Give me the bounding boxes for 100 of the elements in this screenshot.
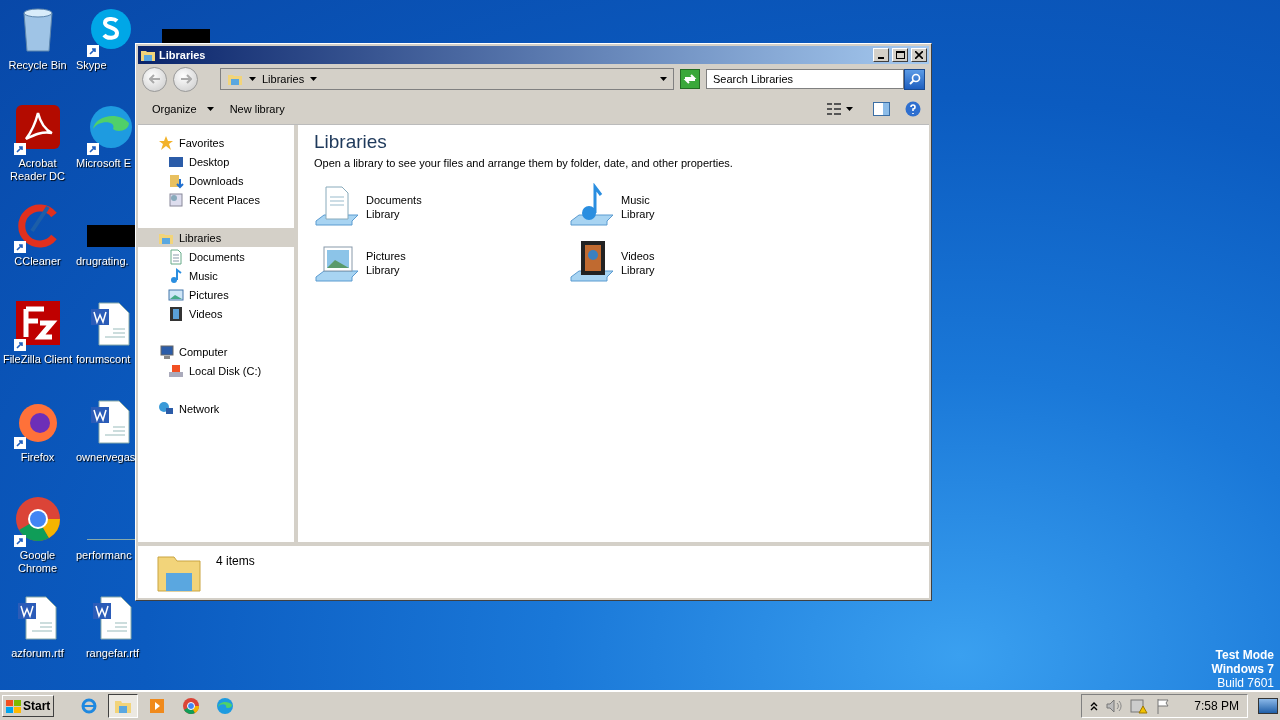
desktop-icon-label[interactable]: Microsoft E: [75, 157, 131, 170]
nav-item[interactable]: Downloads: [138, 171, 294, 190]
maximize-icon: [895, 51, 905, 59]
desktop-icon-label[interactable]: Acrobat Reader DC: [0, 157, 75, 183]
library-item[interactable]: Videos Library: [621, 249, 655, 277]
minimize-icon: [878, 57, 884, 59]
nav-label[interactable]: Network: [179, 402, 220, 415]
close-icon: [915, 51, 923, 59]
desktop-icon-label[interactable]: Skype: [75, 59, 107, 72]
desktop-icon-label[interactable]: forumscont: [75, 353, 131, 366]
library-item[interactable]: Music Library: [621, 193, 655, 221]
show-desktop-button[interactable]: [1258, 698, 1278, 714]
back-arrow-icon: [148, 74, 161, 84]
preview-pane-icon[interactable]: [873, 102, 891, 116]
disk-drive-icon: [168, 362, 184, 379]
desktop-icon-label[interactable]: Recycle Bin: [8, 59, 67, 72]
minimize-button[interactable]: [873, 48, 889, 62]
refresh-button[interactable]: [680, 69, 700, 89]
nav-label[interactable]: Recent Places: [189, 193, 260, 206]
nav-item[interactable]: Network: [138, 399, 294, 418]
nav-label[interactable]: Computer: [179, 345, 228, 358]
windows-logo-icon: [6, 699, 21, 713]
nav-label[interactable]: Pictures: [189, 288, 229, 301]
network-warning-icon[interactable]: [1130, 698, 1149, 714]
desktop-icon-label[interactable]: FileZilla Client: [2, 353, 73, 366]
nav-item[interactable]: Desktop: [138, 152, 294, 171]
desktop-icon-label[interactable]: azforum.rtf: [11, 647, 64, 660]
nav-item[interactable]: Music: [138, 266, 294, 285]
toolbar-button[interactable]: Organize: [146, 101, 220, 117]
nav-label[interactable]: Videos: [189, 307, 223, 320]
nav-item[interactable]: Libraries: [138, 228, 294, 247]
breadcrumb[interactable]: Libraries: [262, 73, 305, 85]
document-icon: [168, 248, 184, 265]
system-notice-text: Test Mode: [1215, 648, 1274, 662]
edge-icon: [87, 103, 135, 151]
caret-icon: [206, 107, 214, 111]
recent-places-icon: [168, 191, 184, 208]
help-icon[interactable]: [905, 101, 921, 117]
system-notice-text: Build 7601: [1217, 676, 1274, 690]
window-title: Libraries: [159, 49, 207, 61]
system-notice-text: Windows 7: [1211, 662, 1274, 676]
page-heading: Libraries: [314, 131, 388, 153]
nav-label[interactable]: Downloads: [189, 174, 244, 187]
nav-label[interactable]: Documents: [189, 250, 245, 263]
forward-arrow-icon: [179, 74, 192, 84]
library-item[interactable]: Documents Library: [366, 193, 422, 221]
address-bar[interactable]: Libraries: [220, 68, 674, 90]
nav-item[interactable]: Videos: [138, 304, 294, 323]
star-icon: [158, 134, 174, 151]
desktop-icon-label[interactable]: drugrating.: [75, 255, 129, 268]
view-options-icon[interactable]: [826, 102, 842, 116]
breadcrumb-caret-icon: [249, 77, 256, 81]
nav-item[interactable]: Computer: [138, 342, 294, 361]
music-note-icon: [168, 267, 184, 284]
desktop-icon-label[interactable]: Firefox: [20, 451, 55, 464]
nav-item[interactable]: Recent Places: [138, 190, 294, 209]
nav-label[interactable]: Local Disk (C:): [189, 364, 262, 377]
forward-button[interactable]: [173, 66, 198, 92]
edge-icon[interactable]: [216, 697, 235, 715]
chrome-icon[interactable]: [182, 697, 201, 715]
filezilla-icon: [13, 299, 62, 347]
chrome-icon: [13, 495, 62, 543]
close-button[interactable]: [911, 48, 927, 62]
desktop-icon-label[interactable]: CCleaner: [14, 255, 61, 268]
item-count: 4 items: [216, 554, 255, 568]
show-hidden-icons-icon[interactable]: [1090, 701, 1099, 711]
desktop-icon-label[interactable]: rangefar.rtf: [85, 647, 140, 660]
search-button[interactable]: [904, 68, 925, 90]
speaker-icon[interactable]: [1106, 699, 1123, 713]
dropdown-caret-icon: [660, 77, 667, 81]
desktop-icon-label[interactable]: ownervegas: [75, 451, 136, 464]
nav-label[interactable]: Desktop: [189, 155, 230, 168]
desktop-icon-label[interactable]: Google Chrome: [0, 549, 75, 575]
start-button[interactable]: Start: [2, 695, 55, 717]
view-caret-icon: [846, 107, 853, 111]
nav-label[interactable]: Libraries: [179, 231, 222, 244]
taskbar-app[interactable]: [108, 694, 139, 718]
nav-item[interactable]: Local Disk (C:): [138, 361, 294, 380]
picture-icon: [168, 286, 184, 303]
library-item[interactable]: Pictures Library: [366, 249, 406, 277]
breadcrumb-caret-icon: [310, 77, 318, 81]
nav-item[interactable]: Documents: [138, 247, 294, 266]
nav-label[interactable]: Favorites: [179, 136, 225, 149]
back-button[interactable]: [142, 66, 167, 92]
page-description: Open a library to see your files and arrange them by folder, date, and other properties.: [314, 157, 734, 169]
search-field[interactable]: Search Libraries: [706, 69, 904, 89]
media-player-icon[interactable]: [148, 697, 167, 715]
refresh-icon: [683, 73, 697, 85]
network-icon: [158, 400, 174, 417]
toolbar-button[interactable]: New library: [223, 101, 291, 117]
acrobat-icon: [13, 103, 62, 151]
film-icon: [168, 305, 184, 322]
clock[interactable]: 7:58 PM: [1194, 699, 1239, 713]
internet-explorer-icon[interactable]: [80, 697, 99, 715]
desktop-icon-label[interactable]: performanc: [75, 549, 132, 562]
nav-item[interactable]: Favorites: [138, 133, 294, 152]
maximize-button[interactable]: [892, 48, 908, 62]
nav-item[interactable]: Pictures: [138, 285, 294, 304]
downloads-icon: [168, 172, 184, 189]
nav-label[interactable]: Music: [189, 269, 218, 282]
